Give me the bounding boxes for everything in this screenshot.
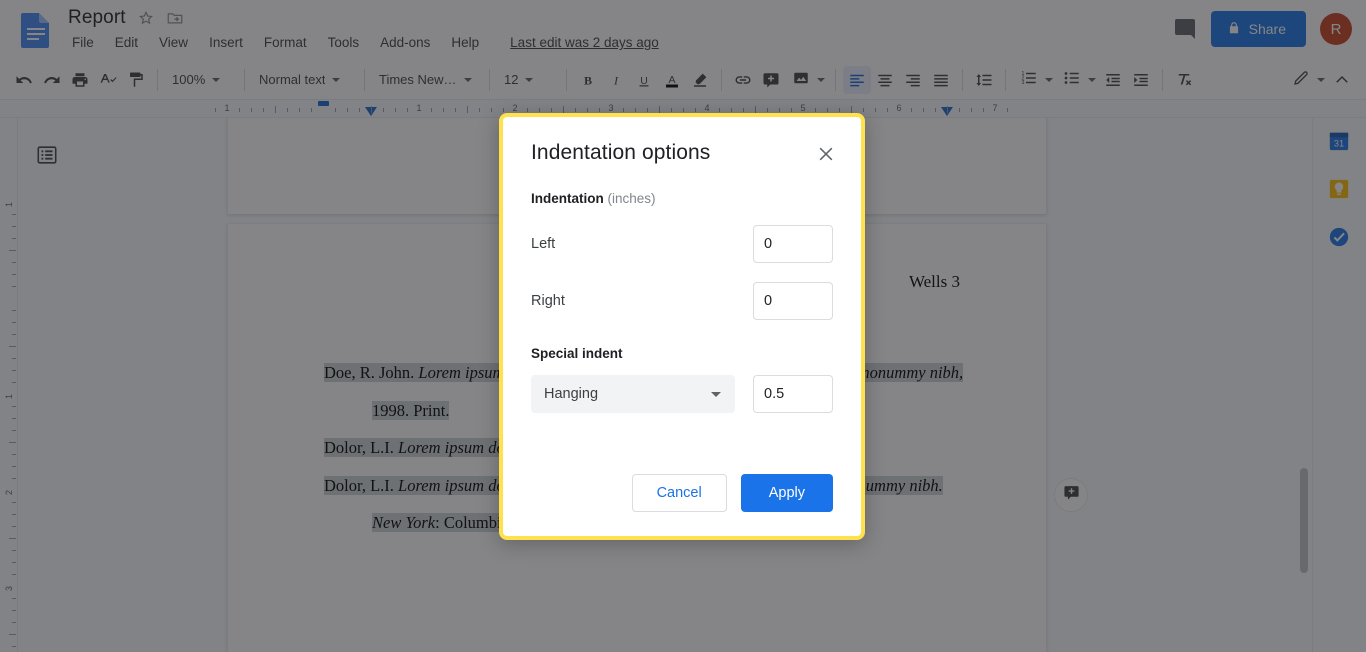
- indentation-options-dialog: Indentation options Indentation (inches)…: [499, 113, 865, 540]
- left-indent-label: Left: [531, 236, 556, 252]
- apply-button[interactable]: Apply: [740, 474, 833, 512]
- left-indent-input[interactable]: [753, 225, 833, 263]
- special-indent-row: Hanging: [531, 375, 833, 413]
- indentation-unit: (inches): [607, 191, 656, 206]
- special-indent-label: Special indent: [531, 346, 623, 361]
- google-docs-window: Report File Edit View Insert Format Tool…: [0, 0, 1366, 652]
- right-indent-input[interactable]: [753, 282, 833, 320]
- indentation-label: Indentation: [531, 191, 604, 206]
- close-icon[interactable]: [815, 143, 837, 165]
- left-indent-row: Left: [531, 225, 833, 263]
- dialog-title: Indentation options: [531, 141, 711, 164]
- dialog-body: Indentation options Indentation (inches)…: [503, 117, 861, 536]
- right-indent-row: Right: [531, 282, 833, 320]
- indentation-section-label: Indentation (inches): [531, 191, 833, 206]
- dialog-actions: Cancel Apply: [631, 474, 833, 512]
- special-indent-value: Hanging: [544, 386, 599, 402]
- cancel-button[interactable]: Cancel: [631, 474, 727, 512]
- chevron-down-icon: [711, 391, 721, 397]
- special-indent-select[interactable]: Hanging: [531, 375, 735, 413]
- special-indent-amount-input[interactable]: [753, 375, 833, 413]
- right-indent-label: Right: [531, 293, 565, 309]
